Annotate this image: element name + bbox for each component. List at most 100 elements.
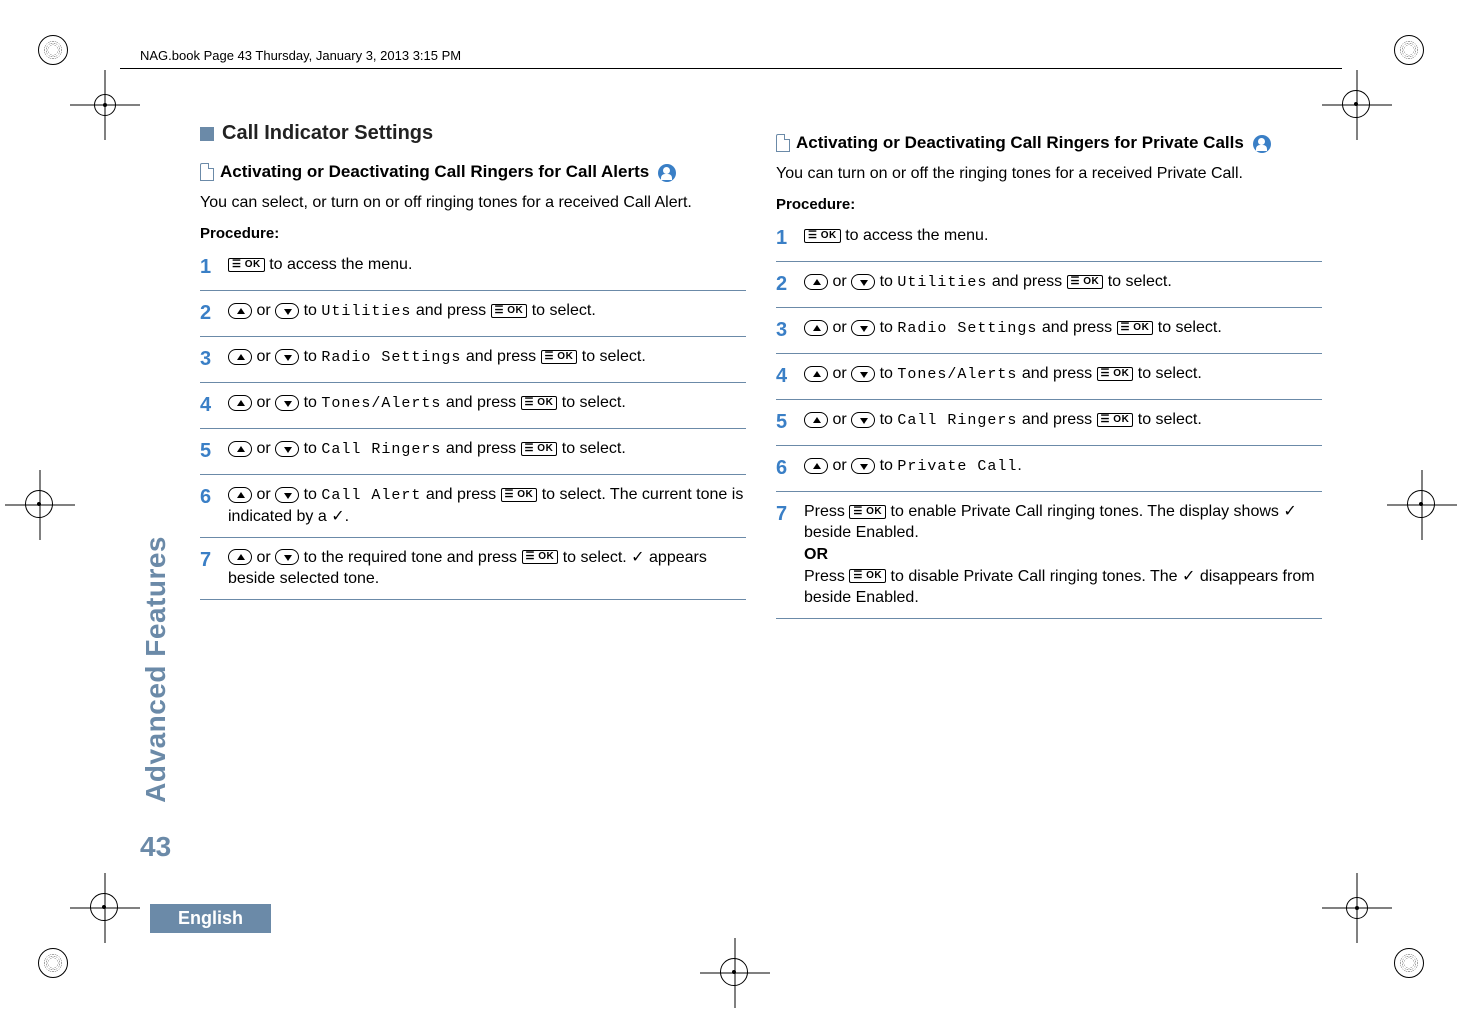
- step-text: or: [828, 319, 851, 336]
- step-divider: [776, 491, 1322, 492]
- step-text: to select.: [1153, 319, 1221, 336]
- ok-button-icon: ☰ OK: [521, 396, 558, 410]
- step-text: or: [252, 549, 275, 566]
- step-text: or: [828, 273, 851, 290]
- step-text: and press: [441, 394, 520, 411]
- nav-down-icon: [275, 303, 299, 319]
- menu-path: Utilities: [897, 274, 987, 291]
- step-number: 7: [776, 501, 794, 528]
- register-mark-left: [5, 470, 75, 540]
- step-text: and press: [1017, 411, 1096, 428]
- crop-mark-bottom-right: [1322, 873, 1392, 943]
- menu-path: Call Ringers: [321, 441, 441, 458]
- step-text: or: [828, 457, 851, 474]
- intro-paragraph-left: You can select, or turn on or off ringin…: [200, 192, 746, 214]
- step-7-left: 7 or to the required tone and press ☰ OK…: [200, 543, 746, 594]
- menu-path: Private Call: [897, 458, 1017, 475]
- step-text: or: [252, 486, 275, 503]
- document-icon: [200, 163, 214, 181]
- step-number: 3: [776, 317, 794, 344]
- subsection-heading-right-text: Activating or Deactivating Call Ringers …: [796, 133, 1244, 152]
- step-number: 2: [776, 271, 794, 298]
- nav-up-icon: [804, 458, 828, 474]
- step-number: 4: [200, 392, 218, 419]
- step-3-right: 3 or to Radio Settings and press ☰ OK to…: [776, 313, 1322, 348]
- document-icon: [776, 134, 790, 152]
- step-number: 6: [200, 484, 218, 511]
- nav-up-icon: [804, 274, 828, 290]
- or-label: OR: [804, 546, 828, 563]
- step-text: or: [252, 394, 275, 411]
- crop-mark-top-left: [70, 70, 140, 140]
- step-text: or: [252, 440, 275, 457]
- ok-button-icon: ☰ OK: [522, 550, 559, 564]
- nav-up-icon: [228, 441, 252, 457]
- menu-path: Radio Settings: [321, 349, 461, 366]
- step-text: to select.: [1133, 365, 1201, 382]
- check-icon: ✓: [331, 508, 344, 525]
- ok-button-icon: ☰ OK: [1097, 367, 1134, 381]
- step-text: to select.: [1133, 411, 1201, 428]
- intro-paragraph-right: You can turn on or off the ringing tones…: [776, 163, 1322, 185]
- step-divider: [776, 618, 1322, 619]
- target-top-left: [38, 35, 68, 65]
- step-number: 5: [776, 409, 794, 436]
- menu-path: Tones/Alerts: [321, 395, 441, 412]
- step-divider: [776, 445, 1322, 446]
- ok-button-icon: ☰ OK: [849, 505, 886, 519]
- step-number: 6: [776, 455, 794, 482]
- step-number: 1: [776, 225, 794, 252]
- ok-button-icon: ☰ OK: [1117, 321, 1154, 335]
- running-head: NAG.book Page 43 Thursday, January 3, 20…: [140, 48, 461, 63]
- header-rule: [120, 68, 1342, 69]
- ok-button-icon: ☰ OK: [1097, 413, 1134, 427]
- subsection-heading-left: Activating or Deactivating Call Ringers …: [200, 161, 746, 184]
- check-icon: ✓: [1283, 503, 1296, 520]
- check-icon: ✓: [1182, 568, 1195, 585]
- step-number: 5: [200, 438, 218, 465]
- subsection-heading-right: Activating or Deactivating Call Ringers …: [776, 132, 1322, 155]
- step-number: 2: [200, 300, 218, 327]
- nav-down-icon: [851, 366, 875, 382]
- step-divider: [200, 537, 746, 538]
- nav-down-icon: [851, 412, 875, 428]
- step-6-right: 6 or to Private Call.: [776, 451, 1322, 486]
- check-icon: ✓: [631, 549, 644, 566]
- step-text: to select.: [1103, 273, 1171, 290]
- step-text: and press: [441, 440, 520, 457]
- nav-down-icon: [851, 320, 875, 336]
- section-bullet-icon: [200, 127, 214, 141]
- menu-path: Tones/Alerts: [897, 366, 1017, 383]
- step-2-left: 2 or to Utilities and press ☰ OK to sele…: [200, 296, 746, 331]
- step-text: and press: [1037, 319, 1116, 336]
- step-text: beside Enabled.: [804, 524, 919, 541]
- target-bottom-left: [38, 948, 68, 978]
- step-text: to select.: [558, 549, 631, 566]
- menu-path: Call Ringers: [897, 412, 1017, 429]
- step-divider: [776, 353, 1322, 354]
- register-mark-right: [1387, 470, 1457, 540]
- ok-button-icon: ☰ OK: [804, 229, 841, 243]
- step-number: 1: [200, 254, 218, 281]
- nav-up-icon: [228, 395, 252, 411]
- menu-path: Utilities: [321, 303, 411, 320]
- step-text: and press: [421, 486, 500, 503]
- procedure-label-right: Procedure:: [776, 195, 1322, 215]
- step-5-right: 5 or to Call Ringers and press ☰ OK to s…: [776, 405, 1322, 440]
- step-divider: [200, 336, 746, 337]
- step-number: 7: [200, 547, 218, 574]
- step-text: to select.: [557, 394, 625, 411]
- step-text: or: [252, 348, 275, 365]
- nav-down-icon: [275, 441, 299, 457]
- ok-button-icon: ☰ OK: [521, 442, 558, 456]
- step-text: to disable Private Call ringing tones. T…: [886, 568, 1182, 585]
- step-text: and press: [461, 348, 540, 365]
- person-badge-icon: [1253, 135, 1271, 153]
- crop-mark-top-right: [1322, 70, 1392, 140]
- section-heading: Call Indicator Settings: [200, 120, 746, 147]
- nav-down-icon: [275, 549, 299, 565]
- step-number: 4: [776, 363, 794, 390]
- step-4-right: 4 or to Tones/Alerts and press ☰ OK to s…: [776, 359, 1322, 394]
- nav-up-icon: [228, 549, 252, 565]
- step-divider: [776, 307, 1322, 308]
